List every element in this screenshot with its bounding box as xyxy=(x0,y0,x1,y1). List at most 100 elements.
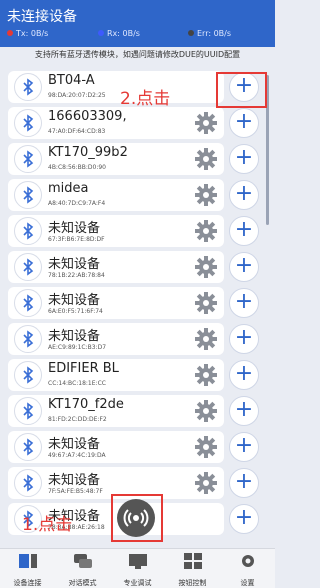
tab-settings[interactable]: 设置 xyxy=(220,552,275,588)
gear-icon[interactable] xyxy=(194,111,218,135)
gear-icon[interactable] xyxy=(194,291,218,315)
highlight-box-scan xyxy=(111,494,163,542)
add-device-button[interactable]: + xyxy=(229,396,259,426)
device-card[interactable]: 未知设备 6A:E0:F5:71:6F:74 xyxy=(8,287,224,319)
device-name: KT170_99b2 xyxy=(48,145,128,160)
gear-icon[interactable] xyxy=(194,435,218,459)
gear-icon[interactable] xyxy=(194,255,218,279)
annotation-step-2: 2.点击 xyxy=(120,89,171,109)
device-name: 166603309, xyxy=(48,109,127,124)
device-mac: 98:DA:20:07:D2:25 xyxy=(48,92,106,99)
rx-rate: Rx: 0B/s xyxy=(98,29,140,38)
device-name: 未知设备 xyxy=(48,437,101,452)
device-mac: AE:C9:89:1C:B3:D7 xyxy=(48,344,107,351)
add-device-button[interactable]: + xyxy=(229,108,259,138)
gear-icon[interactable] xyxy=(194,363,218,387)
button-grid-icon xyxy=(183,553,202,569)
device-card[interactable]: BT04-A 98:DA:20:07:D2:25 xyxy=(8,71,224,103)
err-rate: Err: 0B/s xyxy=(188,29,231,38)
device-name: midea xyxy=(48,181,89,196)
bluetooth-le-icon xyxy=(14,253,42,281)
add-device-button[interactable]: + xyxy=(229,504,259,534)
device-mac: CC:14:BC:18:1E:CC xyxy=(48,380,106,387)
add-device-button[interactable]: + xyxy=(229,144,259,174)
device-mac: 7F:5A:FE:B5:48:7F xyxy=(48,488,103,495)
gear-icon[interactable] xyxy=(194,327,218,351)
device-card[interactable]: 未知设备 67:3F:B6:7E:8D:DF xyxy=(8,215,224,247)
device-name: 未知设备 xyxy=(48,293,101,308)
device-name: 未知设备 xyxy=(48,257,101,272)
uuid-tip: 支持所有蓝牙透传模块，如遇问题请修改DUE的UUID配置 xyxy=(0,47,275,62)
tab-chat-mode[interactable]: 对话模式 xyxy=(55,552,110,588)
device-row: KT170_f2de 81:FD:2C:DD:DE:F2 + xyxy=(0,395,275,427)
rx-label: Rx: 0B/s xyxy=(107,29,140,38)
device-name: EDIFIER BL xyxy=(48,361,119,376)
device-connect-icon xyxy=(18,554,37,568)
bluetooth-le-icon xyxy=(14,109,42,137)
device-name: BT04-A xyxy=(48,73,95,88)
tab-label: 设备连接 xyxy=(13,579,42,587)
device-row: 未知设备 49:67:A7:4C:19:DA + xyxy=(0,431,275,463)
device-card[interactable]: midea A8:40:7D:C9:7A:F4 xyxy=(8,179,224,211)
device-row: 未知设备 78:1B:22:AB:78:84 + xyxy=(0,251,275,283)
device-row: 166603309, 47:A0:DF:64:CD:83 + xyxy=(0,107,275,139)
device-row: KT170_99b2 4B:C8:56:BB:D0:90 + xyxy=(0,143,275,175)
bluetooth-le-icon xyxy=(14,397,42,425)
bluetooth-le-icon xyxy=(14,217,42,245)
tab-label: 专业调试 xyxy=(123,579,152,587)
add-device-button[interactable]: + xyxy=(229,252,259,282)
tab-device-connect[interactable]: 设备连接 xyxy=(0,552,55,588)
device-mac: 6A:E0:F5:71:6F:74 xyxy=(48,308,103,315)
gear-icon[interactable] xyxy=(194,399,218,423)
debug-icon xyxy=(128,554,147,569)
add-device-button[interactable]: + xyxy=(229,324,259,354)
bluetooth-le-icon xyxy=(14,469,42,497)
device-card[interactable]: KT170_f2de 81:FD:2C:DD:DE:F2 xyxy=(8,395,224,427)
tab-debug[interactable]: 专业调试 xyxy=(110,552,165,588)
highlight-box-add xyxy=(216,72,267,108)
add-device-button[interactable]: + xyxy=(229,432,259,462)
device-row: EDIFIER BL CC:14:BC:18:1E:CC + xyxy=(0,359,275,391)
err-label: Err: 0B/s xyxy=(197,29,232,38)
add-device-button[interactable]: + xyxy=(229,468,259,498)
bluetooth-le-icon xyxy=(14,181,42,209)
bluetooth-le-icon xyxy=(14,433,42,461)
gear-icon[interactable] xyxy=(194,219,218,243)
device-mac: 49:67:A7:4C:19:DA xyxy=(48,452,106,459)
device-card[interactable]: EDIFIER BL CC:14:BC:18:1E:CC xyxy=(8,359,224,391)
device-mac: 78:1B:22:AB:78:84 xyxy=(48,272,105,279)
settings-icon xyxy=(241,555,254,567)
device-row: 未知设备 6A:E0:F5:71:6F:74 + xyxy=(0,287,275,319)
device-card[interactable]: 未知设备 AE:C9:89:1C:B3:D7 xyxy=(8,323,224,355)
bottom-tab-bar: 设备连接 对话模式 专业调试 按钮控制 设置 xyxy=(0,548,275,588)
bluetooth-le-icon xyxy=(14,361,42,389)
device-row: midea A8:40:7D:C9:7A:F4 + xyxy=(0,179,275,211)
device-mac: 4B:C8:56:BB:D0:90 xyxy=(48,164,106,171)
device-name: 未知设备 xyxy=(48,221,101,236)
device-card[interactable]: 未知设备 78:1B:22:AB:78:84 xyxy=(8,251,224,283)
tab-button-control[interactable]: 按钮控制 xyxy=(165,552,220,588)
gear-icon[interactable] xyxy=(194,471,218,495)
tab-label: 按钮控制 xyxy=(178,579,207,587)
gear-icon[interactable] xyxy=(194,183,218,207)
device-row: 未知设备 67:3F:B6:7E:8D:DF + xyxy=(0,215,275,247)
add-device-button[interactable]: + xyxy=(229,288,259,318)
err-dot xyxy=(188,30,194,36)
device-card[interactable]: KT170_99b2 4B:C8:56:BB:D0:90 xyxy=(8,143,224,175)
device-mac: 47:A0:DF:64:CD:83 xyxy=(48,128,106,135)
device-row: 未知设备 AE:C9:89:1C:B3:D7 + xyxy=(0,323,275,355)
device-mac: A8:40:7D:C9:7A:F4 xyxy=(48,200,106,207)
gear-icon[interactable] xyxy=(194,147,218,171)
chat-icon xyxy=(73,554,92,568)
device-name: 未知设备 xyxy=(48,329,101,344)
device-card[interactable]: 未知设备 49:67:A7:4C:19:DA xyxy=(8,431,224,463)
bluetooth-le-icon xyxy=(14,289,42,317)
device-mac: 81:FD:2C:DD:DE:F2 xyxy=(48,416,107,423)
tx-label: Tx: 0B/s xyxy=(16,29,49,38)
bluetooth-le-icon xyxy=(14,145,42,173)
annotation-step-1: 1.点击 xyxy=(22,515,73,535)
device-card[interactable]: 166603309, 47:A0:DF:64:CD:83 xyxy=(8,107,224,139)
add-device-button[interactable]: + xyxy=(229,216,259,246)
add-device-button[interactable]: + xyxy=(229,360,259,390)
add-device-button[interactable]: + xyxy=(229,180,259,210)
